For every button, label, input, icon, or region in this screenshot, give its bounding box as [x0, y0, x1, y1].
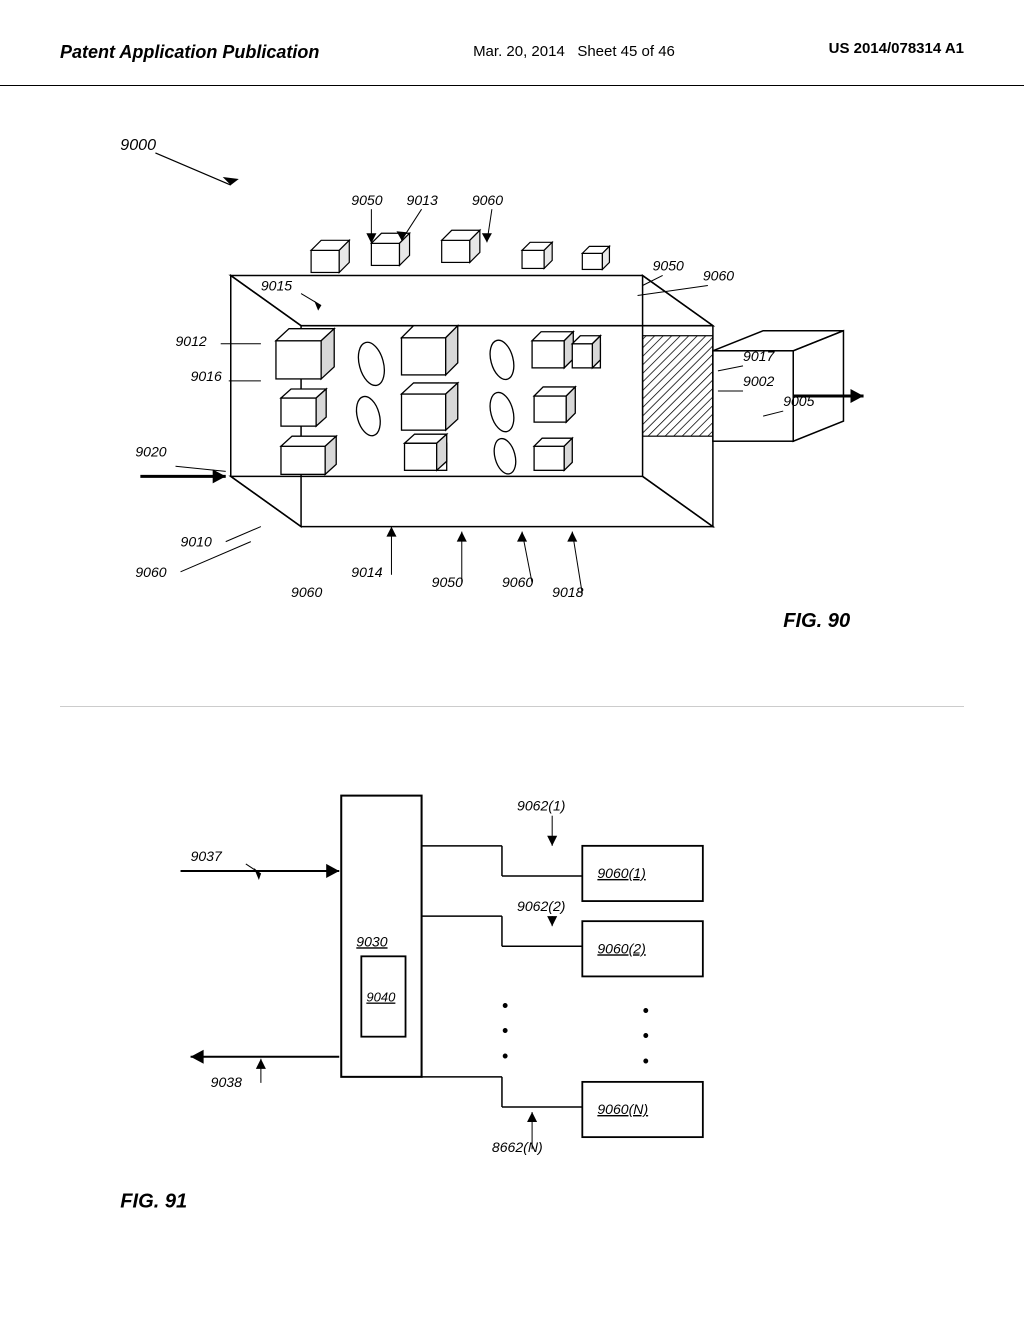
patent-page: Patent Application Publication Mar. 20, …	[0, 0, 1024, 1320]
label-9010: 9010	[181, 534, 212, 550]
label-9017: 9017	[743, 348, 775, 364]
label-9060-2: 9060(2)	[597, 940, 645, 956]
label-9002: 9002	[743, 373, 774, 389]
label-9015: 9015	[261, 278, 292, 294]
label-8662-N: 8662(N)	[492, 1139, 543, 1155]
fig91-label: FIG. 91	[120, 1191, 187, 1213]
dots-1: •	[643, 1001, 649, 1021]
label-9020: 9020	[135, 443, 166, 459]
label-9050-3: 9050	[432, 574, 463, 590]
label-9060-5: 9060	[502, 574, 533, 590]
label-9060-2: 9060	[703, 268, 734, 284]
label-9005: 9005	[783, 393, 814, 409]
fig91-diagram-area: 9030 9040 9037 9038 9060(1)	[60, 706, 964, 1286]
dots-line-2: •	[502, 1021, 508, 1041]
label-9040: 9040	[366, 990, 396, 1005]
dots-line-3: •	[502, 1046, 508, 1066]
publication-date-sheet: Mar. 20, 2014 Sheet 45 of 46	[473, 40, 675, 64]
label-9060-N: 9060(N)	[597, 1101, 648, 1117]
label-9060-1: 9060	[472, 192, 503, 208]
label-9000: 9000	[120, 136, 156, 154]
dots-3: •	[643, 1051, 649, 1071]
label-9013: 9013	[407, 192, 438, 208]
page-header: Patent Application Publication Mar. 20, …	[0, 0, 1024, 86]
label-9038: 9038	[211, 1074, 242, 1090]
dots-line-1: •	[502, 996, 508, 1016]
patent-number: US 2014/078314 A1	[829, 40, 964, 57]
publication-title: Patent Application Publication	[60, 40, 319, 65]
dots-2: •	[643, 1026, 649, 1046]
label-9018: 9018	[552, 584, 583, 600]
label-9062-2: 9062(2)	[517, 898, 565, 914]
label-9060-1: 9060(1)	[597, 865, 645, 881]
fig90-svg: 9000	[60, 86, 964, 706]
label-9037: 9037	[191, 848, 223, 864]
label-9014: 9014	[351, 564, 382, 580]
label-9030: 9030	[356, 933, 387, 949]
label-9060-3: 9060	[135, 564, 166, 580]
label-9016: 9016	[191, 368, 222, 384]
label-9012: 9012	[176, 333, 207, 349]
fig90-diagram-area: 9000	[60, 86, 964, 706]
label-9062-1: 9062(1)	[517, 798, 565, 814]
fig90-label: FIG. 90	[783, 610, 850, 632]
fig91-svg: 9030 9040 9037 9038 9060(1)	[60, 707, 964, 1286]
label-9060-4: 9060	[291, 584, 322, 600]
label-9050-2: 9050	[653, 258, 684, 274]
label-9050-1: 9050	[351, 192, 382, 208]
